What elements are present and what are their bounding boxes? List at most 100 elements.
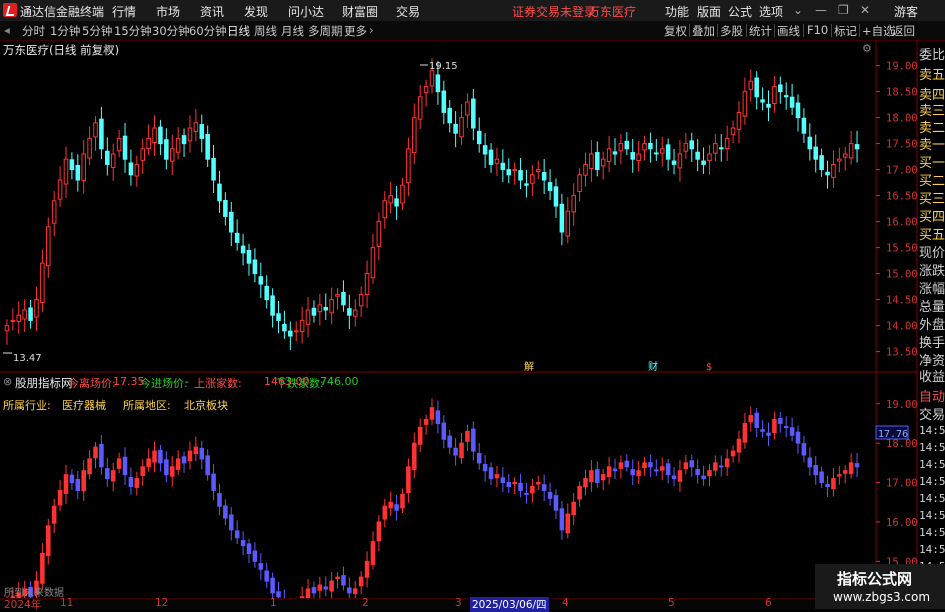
maximize-icon[interactable]: ❐ xyxy=(838,3,849,17)
side-ask1[interactable]: 卖一 xyxy=(919,134,945,154)
exit-price-label: 今离场价: xyxy=(68,377,116,390)
side-trade[interactable]: 交易 xyxy=(919,404,945,424)
watermark-url: www.zbgs3.com xyxy=(833,590,931,604)
candle xyxy=(234,219,240,251)
side-change-pct[interactable]: 涨幅 xyxy=(919,278,945,298)
toolbar-menu-icon[interactable]: ◂ xyxy=(4,23,10,37)
date-label-jan: 1 xyxy=(270,597,277,609)
back-button[interactable]: 返回 xyxy=(892,23,915,39)
side-turnover[interactable]: 换手 xyxy=(919,332,945,352)
side-bid4[interactable]: 买四 xyxy=(919,206,945,226)
candle xyxy=(193,108,199,142)
overlay-button[interactable]: 叠加 xyxy=(692,23,715,39)
side-earnings[interactable]: 收益 xyxy=(919,366,945,386)
minimize-icon[interactable]: — xyxy=(815,3,827,17)
candle xyxy=(453,111,458,148)
candle xyxy=(28,299,33,329)
indicator-candle xyxy=(69,469,75,491)
menu-item-trade[interactable]: 交易 xyxy=(396,3,420,20)
period-daily[interactable]: 日线 xyxy=(227,23,250,39)
indicator-candle xyxy=(181,451,187,473)
y-tick-label: 19.00 xyxy=(886,61,918,73)
indicator-close-icon[interactable]: ⊗ xyxy=(3,375,12,388)
candle xyxy=(447,99,452,133)
mark-button[interactable]: 标记 xyxy=(834,23,857,39)
more-chevron-icon[interactable]: › xyxy=(369,23,374,37)
candle xyxy=(819,148,824,177)
candle xyxy=(270,288,275,328)
side-ask5[interactable]: 卖五 xyxy=(919,64,945,84)
period-15min[interactable]: 15分钟 xyxy=(114,23,152,39)
indicator-y-tick-label: 17.00 xyxy=(886,478,918,490)
f10-button[interactable]: F10 xyxy=(807,23,828,37)
y-tick-label: 16.00 xyxy=(886,217,918,229)
indicator-candle xyxy=(530,478,535,503)
close-icon[interactable]: ✕ xyxy=(860,3,870,17)
side-outer[interactable]: 外盘 xyxy=(919,314,945,334)
menu-item-layout[interactable]: 版面 xyxy=(697,3,721,20)
indicator-candle xyxy=(689,454,695,477)
menu-item-function[interactable]: 功能 xyxy=(665,3,689,20)
indicator-candle xyxy=(423,414,429,435)
period-monthly[interactable]: 月线 xyxy=(281,23,304,39)
title-settings-icon[interactable]: ⊗ xyxy=(104,42,113,55)
menu-item-quotes[interactable]: 行情 xyxy=(112,3,136,20)
period-multi[interactable]: 多周期 xyxy=(308,23,343,39)
user-label[interactable]: 游客 xyxy=(894,3,918,20)
candle xyxy=(293,321,299,342)
candlestick-chart[interactable]: 19.00 18.50 18.00 17.50 17.00 16.50 16.00 15.50… xyxy=(0,40,945,609)
candle xyxy=(412,103,417,164)
period-30min[interactable]: 30分钟 xyxy=(152,23,190,39)
unlock-marker[interactable]: 解 xyxy=(524,360,534,373)
indicator-candle xyxy=(713,455,718,477)
indicator-candle xyxy=(193,436,199,462)
period-1min[interactable]: 1分钟 xyxy=(50,23,80,39)
chart-settings-gear-icon[interactable]: ⚙ xyxy=(862,42,872,55)
side-change[interactable]: 涨跌 xyxy=(919,260,945,280)
side-bid1[interactable]: 买一 xyxy=(919,152,945,172)
side-bid3[interactable]: 买三 xyxy=(919,188,945,208)
menu-item-news[interactable]: 资讯 xyxy=(200,3,224,20)
period-intraday[interactable]: 分时 xyxy=(22,23,45,39)
indicator-candle xyxy=(606,457,612,485)
dividend-marker[interactable]: $ xyxy=(706,362,712,373)
candle xyxy=(494,147,500,176)
menu-item-options[interactable]: 选项 xyxy=(759,3,783,20)
indicator-candle xyxy=(164,451,169,483)
indicator-candle xyxy=(169,456,175,487)
menu-item-market[interactable]: 市场 xyxy=(156,3,180,20)
login-status[interactable]: 证券交易未登录 xyxy=(512,3,596,20)
multi-stock-button[interactable]: 多股 xyxy=(720,23,743,39)
candle xyxy=(22,299,27,332)
statistics-button[interactable]: 统计 xyxy=(749,23,772,39)
region-value: 北京板块 xyxy=(184,399,228,412)
menu-item-discover[interactable]: 发现 xyxy=(244,3,268,20)
menu-item-ask[interactable]: 问小达 xyxy=(288,3,324,20)
side-bid2[interactable]: 买二 xyxy=(919,170,945,190)
down-count-label: 下跌家数: xyxy=(276,377,324,390)
indicator-y-tick-label: 16.00 xyxy=(886,517,918,529)
app-title: 通达信金融终端 xyxy=(20,5,105,19)
period-weekly[interactable]: 周线 xyxy=(254,23,277,39)
side-auto[interactable]: 自动 xyxy=(919,386,945,406)
side-bid-ratio[interactable]: 委比 xyxy=(919,44,945,64)
period-more[interactable]: 更多 xyxy=(344,23,367,39)
side-bid5[interactable]: 买五 xyxy=(919,224,945,244)
period-60min[interactable]: 60分钟 xyxy=(189,23,227,39)
candle xyxy=(276,300,281,334)
adjust-button[interactable]: 复权 xyxy=(664,23,687,39)
draw-line-button[interactable]: 画线 xyxy=(777,23,800,39)
finance-marker[interactable]: 财 xyxy=(648,360,658,373)
y-tick-label: 18.50 xyxy=(886,87,918,99)
candle xyxy=(158,120,163,155)
indicator-name[interactable]: 股朋指标网 xyxy=(15,375,73,391)
menu-item-formula[interactable]: 公式 xyxy=(728,3,752,20)
collapse-icon[interactable]: ⌄ xyxy=(793,3,803,17)
indicator-candle xyxy=(494,465,500,488)
side-price[interactable]: 现价 xyxy=(919,242,945,262)
side-volume[interactable]: 总量 xyxy=(919,296,945,316)
candle xyxy=(258,262,264,299)
period-5min[interactable]: 5分钟 xyxy=(82,23,112,39)
candle xyxy=(305,296,311,338)
menu-item-wealth-circle[interactable]: 财富圈 xyxy=(342,3,378,20)
